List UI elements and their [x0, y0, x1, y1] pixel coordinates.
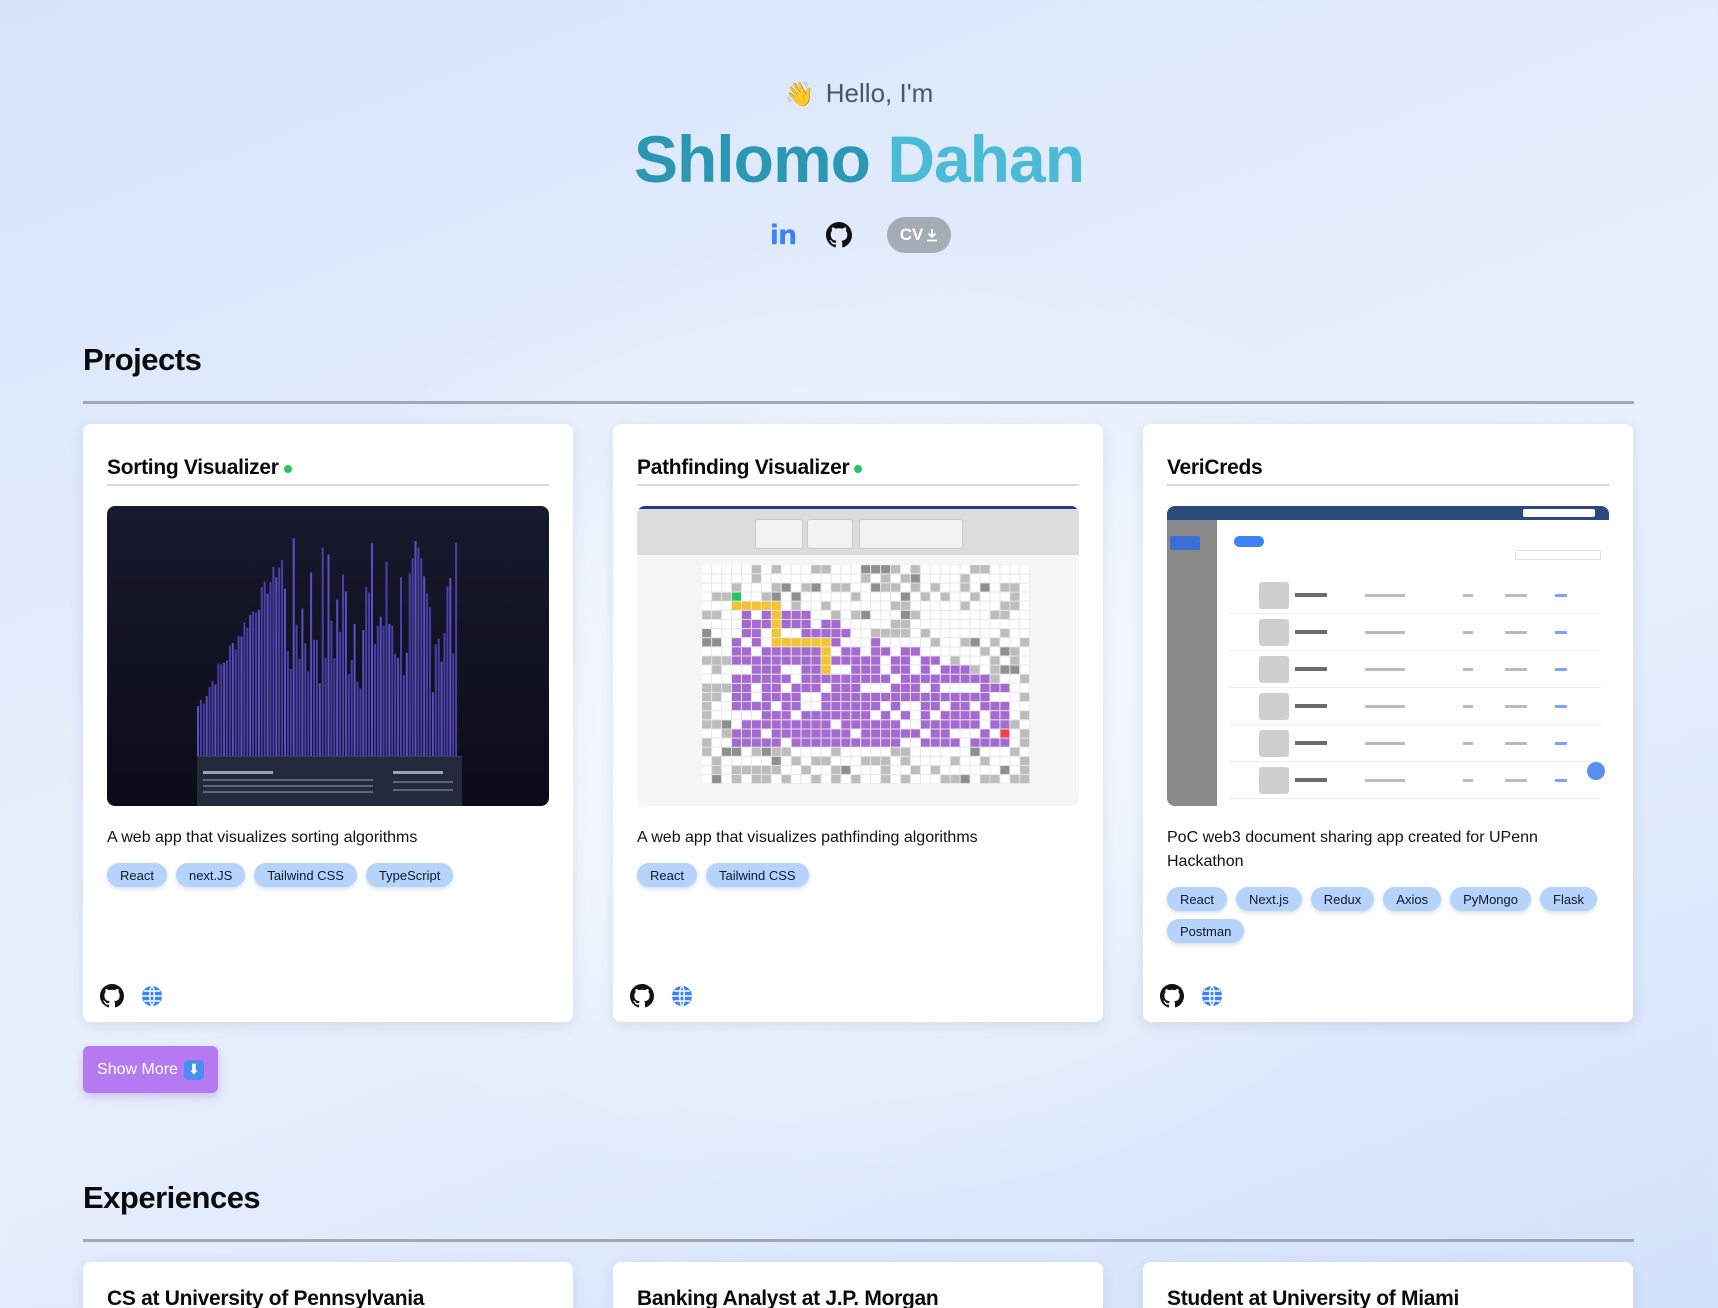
tech-tag: Redux	[1310, 887, 1375, 911]
card-description: A web app that visualizes sorting algori…	[107, 829, 418, 846]
tech-tag: Axios	[1383, 887, 1442, 911]
first-name: Shlomo	[633, 122, 871, 196]
experience-card[interactable]: CS at University of Pennsylvania	[83, 1262, 573, 1308]
project-card-pathfinding-visualizer[interactable]: Pathfinding Visualizer A web app that vi…	[613, 424, 1103, 1022]
greeting-text: Hello, I'm	[825, 78, 934, 108]
project-card-vericreds[interactable]: VeriCreds PoC web3 document sharing app …	[1143, 424, 1633, 1022]
tech-tags: React next.JS Tailwind CSS TypeScript	[107, 863, 549, 887]
live-status-dot	[854, 464, 863, 473]
github-icon[interactable]	[823, 219, 855, 251]
download-icon	[927, 229, 938, 242]
github-icon[interactable]	[1160, 984, 1184, 1008]
cv-download-button[interactable]: CV	[887, 217, 951, 253]
experience-card[interactable]: Student at University of Miami	[1143, 1262, 1633, 1308]
wave-emoji-icon: 👋	[784, 81, 815, 108]
screenshot-toolbar	[637, 506, 1079, 555]
social-links: in CV	[0, 217, 1718, 253]
show-more-button[interactable]: Show More ⬇	[83, 1046, 218, 1093]
tech-tag: React	[637, 863, 697, 887]
github-icon[interactable]	[630, 984, 654, 1008]
show-more-label: Show More	[97, 1060, 178, 1078]
tech-tag: Next.js	[1235, 887, 1302, 911]
tech-tag: React	[107, 863, 167, 887]
tech-tag: Flask	[1540, 887, 1598, 911]
tech-tag: TypeScript	[365, 863, 454, 887]
card-title-text: VeriCreds	[1167, 455, 1263, 479]
card-links	[1160, 984, 1224, 1008]
card-description: A web app that visualizes pathfinding al…	[637, 829, 978, 846]
experience-title: CS at University of Pennsylvania	[107, 1287, 425, 1308]
tech-tag: Tailwind CSS	[254, 863, 357, 887]
card-title: VeriCreds	[1167, 424, 1609, 484]
globe-icon[interactable]	[670, 984, 694, 1008]
card-divider	[107, 484, 549, 486]
card-title: Sorting Visualizer	[107, 424, 549, 484]
cv-label: CV	[899, 225, 924, 244]
card-description: PoC web3 document sharing app created fo…	[1167, 829, 1538, 870]
project-card-sorting-visualizer[interactable]: Sorting Visualizer A web app that visual…	[83, 424, 573, 1022]
card-links	[100, 984, 164, 1008]
projects-divider	[83, 401, 1634, 404]
greeting: 👋 Hello, I'm	[0, 78, 1718, 109]
globe-icon[interactable]	[1200, 984, 1224, 1008]
project-screenshot	[107, 506, 549, 806]
card-title-text: Sorting Visualizer	[107, 455, 279, 479]
card-divider	[637, 484, 1079, 486]
tech-tags: React Next.js Redux Axios PyMongo Flask …	[1167, 887, 1609, 943]
linkedin-icon[interactable]: in	[767, 219, 799, 251]
card-links	[630, 984, 694, 1008]
last-name: Dahan	[887, 122, 1085, 196]
globe-icon[interactable]	[140, 984, 164, 1008]
page-title: Shlomo Dahan	[0, 118, 1718, 200]
experiences-divider	[83, 1239, 1634, 1242]
live-status-dot	[283, 464, 292, 473]
tech-tags: React Tailwind CSS	[637, 863, 1079, 887]
tech-tag: PyMongo	[1450, 887, 1531, 911]
project-screenshot	[637, 506, 1079, 806]
tech-tag: next.JS	[175, 863, 246, 887]
experience-card[interactable]: Banking Analyst at J.P. Morgan	[613, 1262, 1103, 1308]
project-cards: Sorting Visualizer A web app that visual…	[83, 424, 1633, 1022]
project-screenshot	[1167, 506, 1609, 806]
card-title: Pathfinding Visualizer	[637, 424, 1079, 484]
github-icon[interactable]	[100, 984, 124, 1008]
experience-title: Banking Analyst at J.P. Morgan	[637, 1287, 939, 1308]
tech-tag: Postman	[1167, 919, 1245, 943]
card-title-text: Pathfinding Visualizer	[637, 455, 850, 479]
algorithm-legend-panel	[197, 756, 462, 806]
down-arrow-icon: ⬇	[183, 1059, 204, 1080]
tech-tag: Tailwind CSS	[705, 863, 809, 887]
experiences-heading: Experiences	[83, 1180, 261, 1215]
projects-heading: Projects	[83, 342, 202, 377]
experience-cards: CS at University of Pennsylvania Banking…	[83, 1262, 1633, 1308]
tech-tag: React	[1167, 887, 1227, 911]
experience-title: Student at University of Miami	[1167, 1287, 1460, 1308]
card-divider	[1167, 484, 1609, 486]
